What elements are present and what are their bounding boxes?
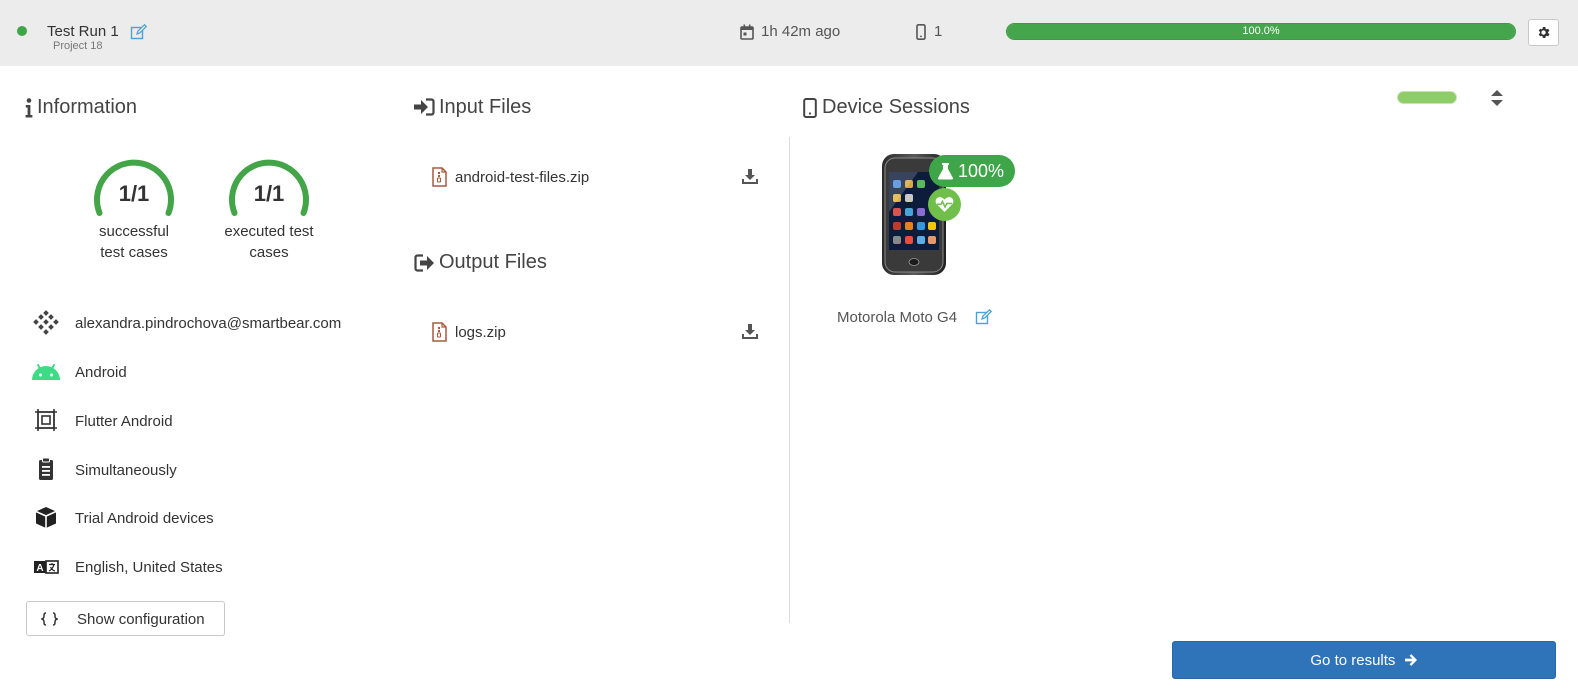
cube-icon xyxy=(35,507,57,528)
file-name[interactable]: logs.zip xyxy=(455,324,506,341)
flask-icon xyxy=(937,163,954,180)
sort-icon[interactable] xyxy=(1488,88,1506,108)
gauge-value: 1/1 xyxy=(118,181,150,206)
sign-in-icon xyxy=(414,98,435,116)
calendar-icon xyxy=(740,24,754,40)
show-configuration-button[interactable]: Show configuration xyxy=(26,601,225,636)
input-files-title: Input Files xyxy=(439,96,532,118)
status-indicator xyxy=(17,26,27,36)
gauge-label: executed test cases xyxy=(224,223,314,261)
download-icon[interactable] xyxy=(741,323,759,341)
edit-device-name-icon[interactable] xyxy=(975,309,992,326)
device-sessions-title: Device Sessions xyxy=(822,96,970,118)
arrow-right-icon xyxy=(1404,654,1417,666)
gauge-label: successful test cases xyxy=(98,223,170,261)
information-title: Information xyxy=(37,96,138,118)
platform-name: Android xyxy=(75,364,127,381)
gear-icon xyxy=(1538,27,1550,38)
run-progress-bar: 100.0% xyxy=(1006,23,1516,40)
time-ago: 1h 42m ago xyxy=(761,23,841,40)
clipboard-icon xyxy=(39,457,53,480)
user-avatar-icon xyxy=(33,310,59,335)
framework-name: Flutter Android xyxy=(75,413,173,430)
sign-out-icon xyxy=(414,254,434,272)
mobile-device-icon xyxy=(916,24,926,40)
mobile-icon xyxy=(803,98,817,118)
braces-icon xyxy=(41,612,58,626)
input-file-row[interactable]: android-test-files.zip xyxy=(430,165,762,191)
progress-label: 100.0% xyxy=(1242,25,1280,37)
svg-text:A: A xyxy=(36,563,43,574)
health-badge xyxy=(928,188,961,221)
go-to-results-label: Go to results xyxy=(1173,652,1555,669)
go-to-results-button[interactable]: Go to results xyxy=(1172,641,1556,679)
success-rate: 100% xyxy=(958,161,1005,181)
device-name: Motorola Moto G4 xyxy=(837,309,958,326)
show-configuration-label: Show configuration xyxy=(77,611,205,628)
run-title: Test Run 1 xyxy=(47,23,119,40)
file-name[interactable]: android-test-files.zip xyxy=(455,169,589,186)
execution-mode: Simultaneously xyxy=(75,462,177,479)
zip-file-icon xyxy=(432,322,447,342)
device-group: Trial Android devices xyxy=(75,510,214,527)
download-icon[interactable] xyxy=(741,168,759,186)
session-status-bar xyxy=(1397,91,1457,104)
settings-button[interactable] xyxy=(1528,19,1559,46)
zip-file-icon xyxy=(432,167,447,187)
header-bar: Test Run 1 Project 18 1h 42m ago 1 100.0… xyxy=(0,0,1578,66)
heartbeat-icon xyxy=(935,197,954,212)
output-files-title: Output Files xyxy=(439,251,547,273)
locale: English, United States xyxy=(75,559,223,576)
edit-run-icon[interactable] xyxy=(130,24,147,41)
framework-icon xyxy=(35,409,57,431)
gauge-value: 1/1 xyxy=(253,181,285,206)
project-name: Project 18 xyxy=(53,40,103,52)
language-icon: A xyxy=(34,560,59,574)
output-file-row[interactable]: logs.zip xyxy=(430,320,762,346)
info-icon xyxy=(25,98,33,118)
user-email: alexandra.pindrochova@smartbear.com xyxy=(75,315,342,332)
column-divider xyxy=(789,137,790,623)
android-icon xyxy=(32,364,60,380)
device-count: 1 xyxy=(934,23,943,40)
success-rate-badge: 100% xyxy=(929,155,1015,187)
